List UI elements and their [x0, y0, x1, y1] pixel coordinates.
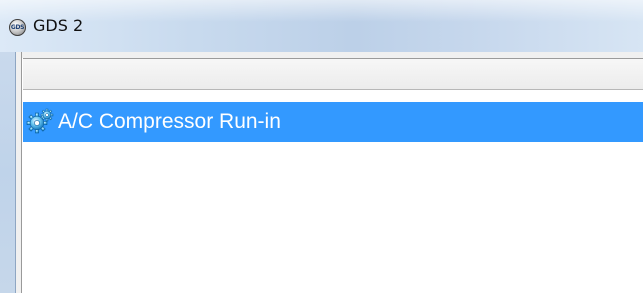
window-left-frame [0, 52, 16, 293]
window-titlebar[interactable]: GDS GDS 2 [0, 0, 643, 52]
list-item-ac-compressor-run-in[interactable]: A/C Compressor Run-in [23, 102, 643, 142]
window-client-area: A/C Compressor Run-in [16, 52, 643, 293]
menu-list: A/C Compressor Run-in [23, 90, 643, 293]
toolbar [23, 58, 643, 90]
gears-icon [26, 108, 54, 134]
window-title: GDS 2 [33, 16, 84, 35]
list-item-label: A/C Compressor Run-in [58, 110, 281, 133]
client-left-edge [16, 52, 22, 293]
gds-app-icon[interactable]: GDS [9, 19, 26, 36]
app-icon-label: GDS [10, 24, 25, 31]
